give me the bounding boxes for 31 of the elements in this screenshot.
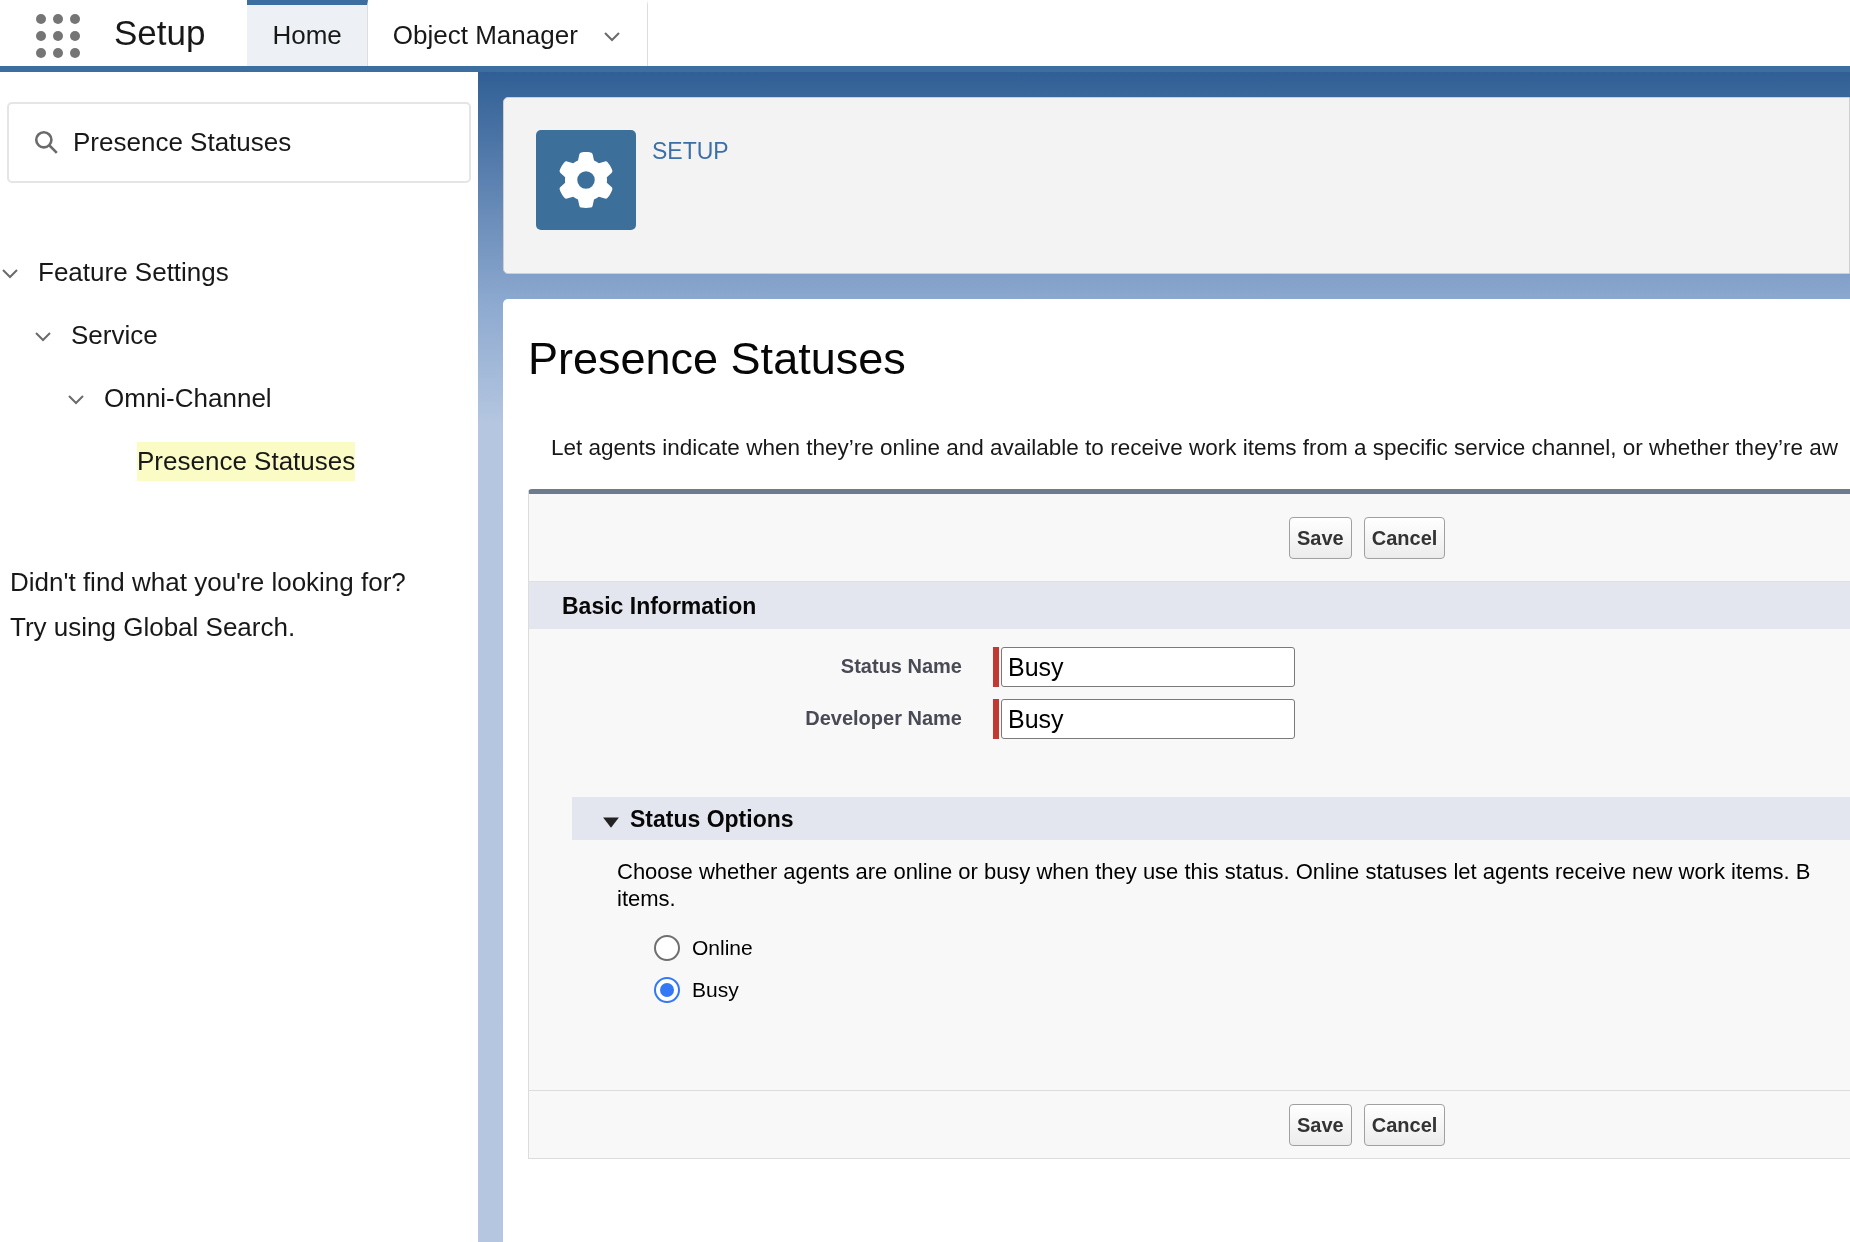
section-header: Status Options bbox=[572, 797, 1850, 841]
text-field[interactable]: Busy bbox=[1001, 699, 1295, 740]
tree-item[interactable]: Feature Settings bbox=[38, 253, 229, 292]
search-field[interactable]: Presence Statuses bbox=[7, 102, 471, 183]
search-icon bbox=[33, 129, 59, 155]
page-eyebrow: SETUP bbox=[652, 137, 729, 166]
radio-label: Busy bbox=[692, 976, 739, 1003]
radio-label: Online bbox=[692, 935, 753, 962]
section-description: items. bbox=[617, 885, 677, 913]
radio-button[interactable] bbox=[654, 976, 680, 1003]
app-title: Setup bbox=[114, 11, 206, 54]
tree-item[interactable]: Service bbox=[71, 316, 158, 355]
form-button[interactable]: Cancel bbox=[1363, 1103, 1446, 1146]
text-field[interactable]: Busy bbox=[1001, 647, 1295, 688]
section-description: Choose whether agents are online or busy when they use this status. Online statuses let agents receive new work items. B bbox=[617, 858, 1812, 886]
form-button[interactable]: Save bbox=[1289, 516, 1352, 559]
app-launcher-icon[interactable] bbox=[36, 14, 80, 58]
help-text: Try using Global Search. bbox=[10, 611, 297, 644]
tree-item[interactable]: Omni-Channel bbox=[104, 379, 272, 418]
page-title: Presence Statuses bbox=[528, 332, 907, 386]
form-button[interactable]: Cancel bbox=[1363, 516, 1446, 559]
field-label: Status Name bbox=[839, 654, 962, 680]
gear-icon bbox=[536, 130, 636, 230]
field-label: Developer Name bbox=[804, 706, 962, 732]
nav-tab[interactable]: Home bbox=[247, 0, 368, 66]
page-description: Let agents indicate when they’re online and available to receive work items from a specific service channel, or whether they’re aw bbox=[551, 433, 1839, 462]
radio-button[interactable] bbox=[654, 935, 680, 961]
help-text: Didn't find what you're looking for? bbox=[10, 566, 407, 599]
form-button[interactable]: Save bbox=[1289, 1103, 1352, 1146]
section-header: Basic Information bbox=[529, 582, 1850, 630]
tree-item[interactable]: Presence Statuses bbox=[137, 442, 356, 481]
